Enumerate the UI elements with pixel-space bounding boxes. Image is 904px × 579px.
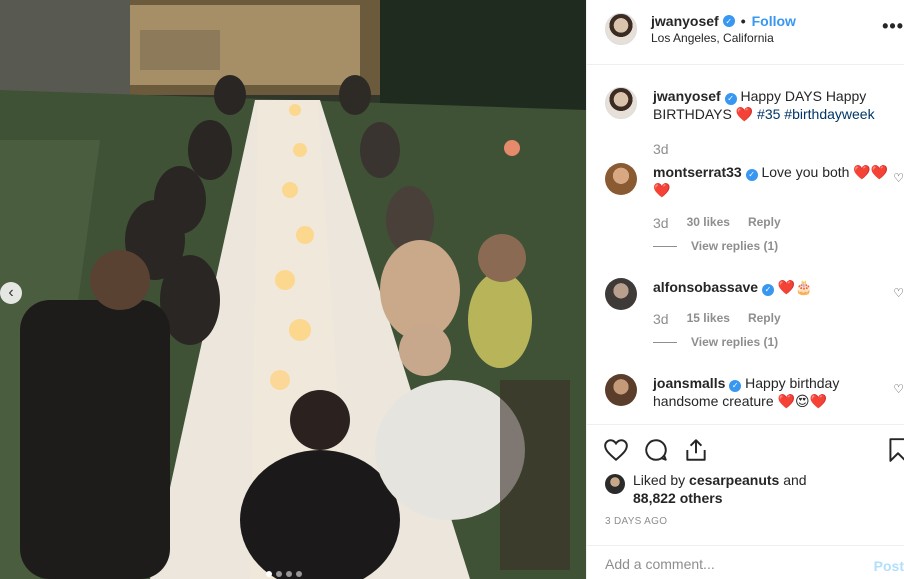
verified-badge-icon: ✓ xyxy=(722,15,735,27)
carousel-dot xyxy=(276,571,282,577)
comment-text: alfonsobassave ✓ ❤️🎂 xyxy=(653,278,893,296)
add-comment-bar: Post xyxy=(587,545,904,579)
comment-input[interactable] xyxy=(605,556,845,572)
post-date[interactable]: 3 DAYS AGO xyxy=(605,516,667,527)
post-photo[interactable]: ‹ xyxy=(0,0,586,579)
view-replies-label: View replies (1) xyxy=(691,335,779,349)
comment-username[interactable]: montserrat33 xyxy=(653,164,742,180)
carousel-dots xyxy=(266,571,302,577)
verified-badge-icon: ✓ xyxy=(729,380,742,392)
comment-text: montserrat33 ✓ Love you both ❤️❤️❤️ xyxy=(653,163,893,199)
view-replies-button[interactable]: View replies (1) xyxy=(653,239,778,253)
separator-dot: • xyxy=(740,13,746,29)
comment-time[interactable]: 3d xyxy=(653,215,669,231)
follow-button[interactable]: Follow xyxy=(752,13,796,29)
likes-count[interactable]: 88,822 others xyxy=(633,490,723,506)
verified-badge-icon: ✓ xyxy=(745,169,758,181)
author-username[interactable]: jwanyosef xyxy=(651,13,719,29)
post-actions: Liked by cesarpeanuts and 88,822 others … xyxy=(587,424,904,534)
liker-username[interactable]: cesarpeanuts xyxy=(689,472,779,488)
liker-avatar[interactable] xyxy=(605,474,625,494)
replies-line xyxy=(653,245,677,247)
view-replies-button[interactable]: View replies (1) xyxy=(653,335,778,349)
liked-by-joiner: and xyxy=(783,472,807,488)
carousel-dot xyxy=(286,571,292,577)
replies-line xyxy=(653,341,677,343)
comment-username[interactable]: joansmalls xyxy=(653,375,725,391)
caption-username[interactable]: jwanyosef xyxy=(653,88,721,104)
post-side-panel: jwanyosef ✓ • Follow Los Angeles, Califo… xyxy=(586,0,904,579)
caption-time[interactable]: 3d xyxy=(653,141,669,157)
avatar[interactable] xyxy=(605,278,637,310)
comment-username[interactable]: alfonsobassave xyxy=(653,279,758,295)
avatar[interactable] xyxy=(605,374,637,406)
avatar[interactable] xyxy=(605,13,637,45)
comment-likes[interactable]: 30 likes xyxy=(687,215,730,231)
carousel-dot xyxy=(266,571,272,577)
share-icon[interactable] xyxy=(683,437,709,463)
heart-icon[interactable] xyxy=(603,437,629,463)
bookmark-icon[interactable] xyxy=(885,437,904,463)
carousel-prev-button[interactable]: ‹ xyxy=(0,282,22,304)
comment-body: ❤️🎂 xyxy=(777,279,813,295)
post-location[interactable]: Los Angeles, California xyxy=(651,31,774,45)
liked-by: Liked by cesarpeanuts and 88,822 others xyxy=(605,471,807,507)
caption-text: jwanyosef ✓ Happy DAYS Happy BIRTHDAYS ❤… xyxy=(653,87,893,123)
comment-reply-button[interactable]: Reply xyxy=(748,311,781,327)
more-options-icon[interactable]: ••• xyxy=(882,16,904,37)
liked-by-text: Liked by cesarpeanuts and 88,822 others xyxy=(633,471,807,507)
comment-meta: 3d 15 likes Reply xyxy=(653,311,781,327)
avatar[interactable] xyxy=(605,87,637,119)
avatar[interactable] xyxy=(605,163,637,195)
comment-time[interactable]: 3d xyxy=(653,311,669,327)
view-replies-label: View replies (1) xyxy=(691,239,779,253)
comment-text: joansmalls ✓ Happy birthday handsome cre… xyxy=(653,374,893,410)
verified-badge-icon: ✓ xyxy=(724,93,737,105)
post-author: jwanyosef ✓ • Follow xyxy=(651,13,796,29)
verified-badge-icon: ✓ xyxy=(761,284,774,296)
comment-likes[interactable]: 15 likes xyxy=(687,311,730,327)
carousel-dot xyxy=(296,571,302,577)
comment-reply-button[interactable]: Reply xyxy=(748,215,781,231)
caption-meta: 3d xyxy=(653,141,669,157)
liked-by-prefix: Liked by xyxy=(633,472,686,488)
like-comment-heart-icon[interactable]: ♡ xyxy=(893,286,904,300)
comment-icon[interactable] xyxy=(643,437,669,463)
comments-list: jwanyosef ✓ Happy DAYS Happy BIRTHDAYS ❤… xyxy=(587,76,904,424)
like-comment-heart-icon[interactable]: ♡ xyxy=(893,171,904,185)
post-comment-button[interactable]: Post xyxy=(874,558,904,574)
post-header: jwanyosef ✓ • Follow Los Angeles, Califo… xyxy=(587,0,904,65)
chevron-left-icon: ‹ xyxy=(8,284,14,301)
like-comment-heart-icon[interactable]: ♡ xyxy=(893,382,904,396)
photo-scene xyxy=(0,0,586,579)
comment-meta: 3d 30 likes Reply xyxy=(653,215,781,231)
caption-hashtags[interactable]: #35 #birthdayweek xyxy=(757,106,875,122)
